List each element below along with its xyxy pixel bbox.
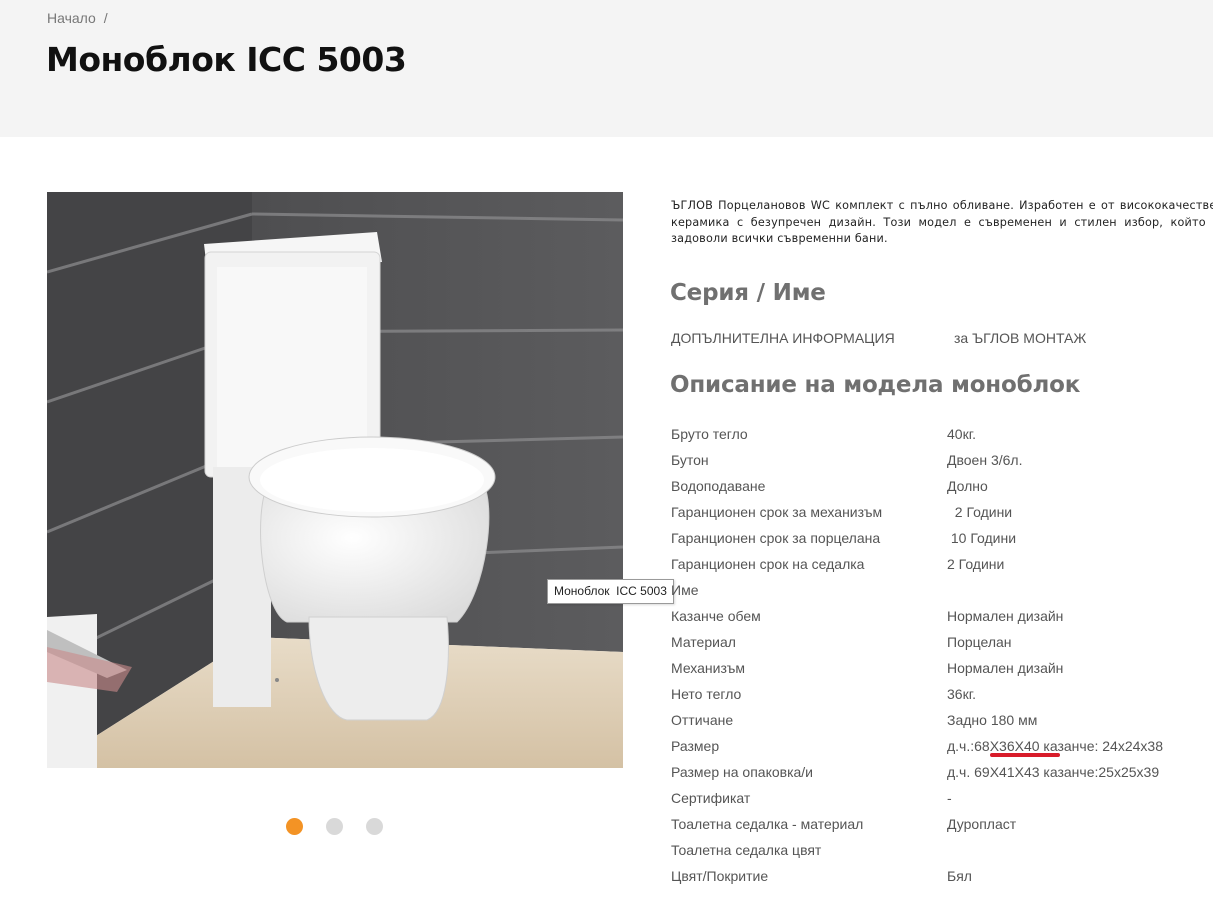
gallery-dot-1[interactable] (286, 818, 303, 835)
spec-value: 2 Години (947, 504, 1013, 520)
page-header: Начало / Моноблок ICC 5003 (0, 0, 1213, 137)
spec-label: Механизъм (671, 660, 745, 676)
product-image-gallery[interactable] (47, 192, 623, 768)
spec-table: Бруто тегло 40кг. Бутон Двоен 3/6л. Водопо… (671, 421, 1213, 889)
product-image (47, 192, 623, 768)
spec-label: Бруто тегло (671, 426, 748, 442)
spec-row: Бруто тегло 40кг. (671, 421, 1213, 447)
breadcrumb-separator: / (103, 10, 108, 26)
spec-row: Име (671, 577, 1213, 603)
page-title: Моноблок ICC 5003 (46, 40, 407, 79)
spec-label: Казанче обем (671, 608, 761, 624)
spec-label: Гаранционен срок на седалка (671, 556, 865, 572)
model-section-title: Описание на модела моноблок (670, 372, 1081, 398)
spec-label: Бутон (671, 452, 709, 468)
spec-label: Име (671, 582, 699, 598)
spec-value: 10 Години (947, 530, 1017, 546)
spec-row: Тоалетна седалка цвят (671, 837, 1213, 863)
spec-label: Гаранционен срок за механизъм (671, 504, 883, 520)
spec-value: 36кг. (947, 686, 976, 702)
gallery-dot-2[interactable] (326, 818, 343, 835)
spec-value: Двоен 3/6л. (947, 452, 1023, 468)
additional-info-label: ДОПЪЛНИТЕЛНА ИНФОРМАЦИЯ (671, 330, 895, 346)
spec-row: Бутон Двоен 3/6л. (671, 447, 1213, 473)
product-description: ЪГЛОВ Порцелановов WC комплект с пълно о… (671, 199, 1213, 245)
spec-value: Порцелан (947, 634, 1012, 650)
spec-row: Гаранционен срок за порцелана 10 Години (671, 525, 1213, 551)
spec-label: Нето тегло (671, 686, 742, 702)
spec-label: Гаранционен срок за порцелана (671, 530, 881, 546)
spec-value (947, 837, 1213, 863)
spec-value: Дуропласт (947, 816, 1017, 832)
spec-value: Долно (947, 478, 988, 494)
size-highlight-underline (990, 753, 1060, 757)
series-section-title: Серия / Име (670, 280, 826, 306)
spec-row: Гаранционен срок на седалка 2 Години (671, 551, 1213, 577)
spec-row: Размер на опаковка/и д.ч. 69Х41Х43 казанч… (671, 759, 1213, 785)
spec-row: Тоалетна седалка - материал Дуропласт (671, 811, 1213, 837)
additional-info-value: за ЪГЛОВ МОНТАЖ (954, 330, 1087, 346)
spec-label: Оттичане (671, 712, 734, 728)
spec-label: Цвят/Покритие (671, 868, 769, 884)
spec-row: Казанче обем Нормален дизайн (671, 603, 1213, 629)
spec-label: Материал (671, 634, 736, 650)
spec-value (947, 577, 1213, 603)
breadcrumb-home-link[interactable]: Начало (47, 10, 96, 26)
spec-row: Размер д.ч.:68Х36Х40 казанче: 24х24х38 (671, 733, 1213, 759)
spec-row: Нето тегло 36кг. (671, 681, 1213, 707)
spec-row: Сертификат - (671, 785, 1213, 811)
spec-value: д.ч. 69Х41Х43 казанче:25х25х39 (947, 764, 1160, 780)
spec-label: Размер на опаковка/и (671, 764, 814, 780)
spec-value: Нормален дизайн (947, 660, 1064, 676)
spec-value: Бял (947, 868, 972, 884)
spec-label: Размер (671, 738, 720, 754)
spec-label: Тоалетна седалка - материал (671, 816, 864, 832)
spec-value: 40кг. (947, 426, 976, 442)
spec-row: Цвят/Покритие Бял (671, 863, 1213, 889)
spec-value: д.ч.:68Х36Х40 казанче: 24х24х38 (947, 738, 1163, 754)
spec-value: 2 Години (947, 556, 1005, 572)
spec-value: Нормален дизайн (947, 608, 1064, 624)
spec-label: Водоподаване (671, 478, 766, 494)
additional-info-row: ДОПЪЛНИТЕЛНА ИНФОРМАЦИЯ за ЪГЛОВ МОНТАЖ (671, 330, 1086, 346)
gallery-dot-3[interactable] (366, 818, 383, 835)
image-tooltip: Моноблок ICC 5003 (547, 579, 674, 604)
spec-value: - (947, 790, 952, 806)
spec-row: Материал Порцелан (671, 629, 1213, 655)
spec-value: Задно 180 мм (947, 712, 1038, 728)
spec-row: Механизъм Нормален дизайн (671, 655, 1213, 681)
breadcrumb: Начало / (47, 10, 108, 26)
spec-row: Водоподаване Долно (671, 473, 1213, 499)
spec-label: Сертификат (671, 790, 751, 806)
spec-label: Тоалетна седалка цвят (671, 842, 822, 858)
spec-row: Оттичане Задно 180 мм (671, 707, 1213, 733)
spec-row: Гаранционен срок за механизъм 2 Години (671, 499, 1213, 525)
